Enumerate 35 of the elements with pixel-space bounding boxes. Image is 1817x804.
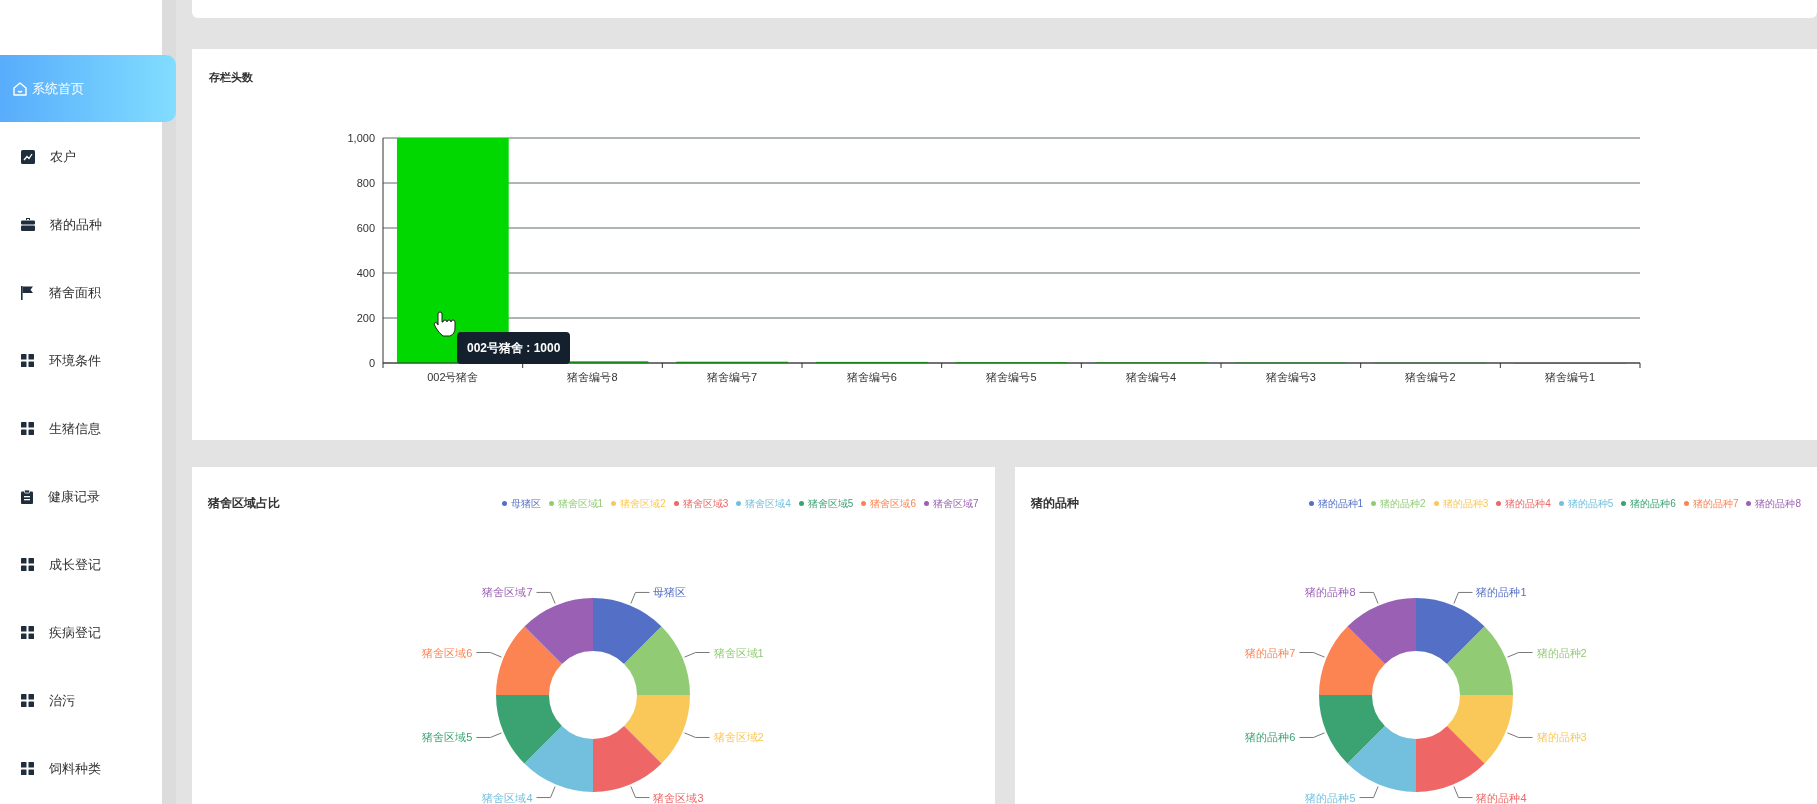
- axis-tick-label: 600: [356, 222, 375, 234]
- card-title: 存栏头数: [208, 70, 254, 85]
- slice-label: 猪舍区域7: [482, 586, 533, 599]
- axis-category-label: 猪舍编号5: [986, 371, 1037, 383]
- axis-tick-label: 200: [356, 312, 375, 324]
- slice-label: 猪的品种2: [1536, 646, 1587, 659]
- axis-tick-label: 400: [356, 267, 375, 279]
- slice-label: 猪舍区域3: [653, 791, 704, 804]
- slice-label: 猪的品种1: [1476, 586, 1527, 599]
- card-title: 猪的品种: [1030, 495, 1079, 512]
- slice-label: 猪舍区域5: [422, 731, 473, 744]
- axis-category-label: 猪舍编号6: [846, 371, 897, 383]
- axis-tick-label: 800: [356, 177, 375, 189]
- card-title: 猪舍区域占比: [208, 495, 280, 512]
- axis-tick-label: 0: [368, 357, 375, 369]
- slice-label: 猪的品种7: [1244, 646, 1295, 659]
- slice-label: 猪舍区域6: [422, 646, 473, 659]
- chart-tooltip: 002号猪舍 : 1000: [457, 332, 571, 364]
- slice-label: 母猪区: [653, 586, 687, 599]
- axis-category-label: 猪舍编号3: [1265, 371, 1316, 383]
- slice-label: 猪舍区域4: [482, 791, 533, 804]
- axis-category-label: 猪舍编号4: [1126, 371, 1177, 383]
- slice-label: 猪的品种8: [1304, 586, 1355, 599]
- axis-category-label: 猪舍编号2: [1405, 371, 1456, 383]
- slice-label: 猪舍区域1: [713, 646, 764, 659]
- slice-label: 猪的品种5: [1304, 791, 1355, 804]
- axis-category-label: 猪舍编号7: [707, 371, 758, 383]
- axis-tick-label: 1,000: [347, 132, 375, 144]
- slice-label: 猪舍区域2: [713, 731, 764, 744]
- slice-label: 猪的品种6: [1244, 731, 1295, 744]
- axis-category-label: 002号猪舍: [427, 371, 479, 383]
- axis-category-label: 猪舍编号8: [567, 371, 618, 383]
- axis-category-label: 猪舍编号1: [1545, 371, 1596, 383]
- slice-label: 猪的品种4: [1476, 791, 1527, 804]
- slice-label: 猪的品种3: [1536, 731, 1587, 744]
